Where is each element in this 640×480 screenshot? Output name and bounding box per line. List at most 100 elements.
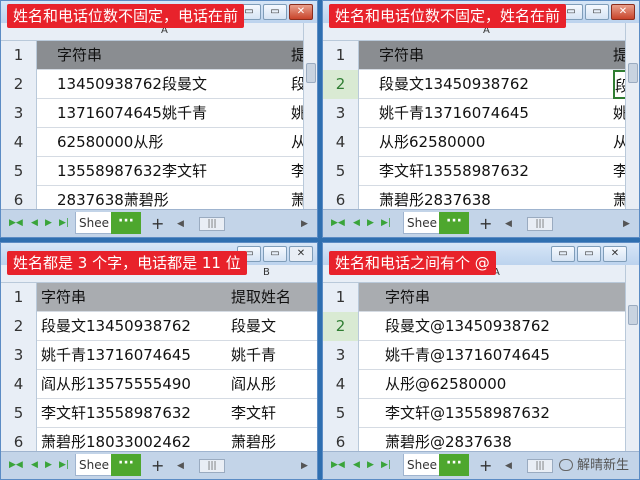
more-sheets-button[interactable]: ··· [439,212,469,234]
cell-a[interactable]: 字符串 [385,283,430,312]
sheet-tab[interactable]: Shee [403,212,441,234]
cell-a[interactable]: 字符串 [41,283,86,312]
cell-a[interactable]: 阎从彤13575555490 [41,370,191,399]
cell-b[interactable]: 姚千青 [231,341,276,370]
row-number[interactable]: 4 [1,128,37,157]
row-number[interactable]: 6 [1,186,37,211]
cell-a[interactable]: 萧碧彤18033002462 [41,428,191,453]
restore-button[interactable]: ▭ [585,4,609,20]
last-sheet-icon[interactable]: ▶| [381,218,391,228]
row-number[interactable]: 5 [1,157,37,186]
close-button[interactable]: ✕ [289,4,313,20]
restore-button[interactable]: ▭ [263,4,287,20]
scroll-right-icon[interactable]: ▶ [301,219,308,229]
row-number[interactable]: 3 [323,99,359,128]
row-number[interactable]: 2 [1,70,37,99]
cell-a[interactable]: 字符串 [379,41,424,70]
horizontal-scroll-thumb[interactable]: ||| [527,459,553,473]
cell-a[interactable]: 姚千青13716074645 [41,341,191,370]
cell-a[interactable]: 13450938762段曼文 [57,70,207,99]
sheet-tab[interactable]: Shee [75,454,113,476]
row-number[interactable]: 4 [323,128,359,157]
add-sheet-button[interactable]: + [151,214,164,233]
row-number[interactable]: 1 [1,41,37,70]
cell-b[interactable]: 提取姓名 [231,283,291,312]
cell-a[interactable]: 13716074645姚千青 [57,99,207,128]
cell-b[interactable]: 萧碧彤 [231,428,276,453]
cell-a[interactable]: 62580000从彤 [57,128,163,157]
cell-b[interactable]: 阎从彤 [231,370,276,399]
row-number[interactable]: 4 [323,370,359,399]
prev-sheet-icon[interactable]: ◀ [31,218,38,228]
cell-a[interactable]: 从彤62580000 [379,128,485,157]
last-sheet-icon[interactable]: ▶| [381,460,391,470]
scroll-thumb[interactable] [628,63,638,83]
row-number[interactable]: 1 [1,283,37,312]
scroll-left-icon[interactable]: ◀ [177,219,184,229]
row-number[interactable]: 6 [1,428,37,453]
scroll-right-icon[interactable]: ▶ [623,219,630,229]
cell-a[interactable]: 从彤@62580000 [385,370,506,399]
restore-button[interactable]: ▭ [263,246,287,262]
row-number[interactable]: 1 [323,283,359,312]
row-number[interactable]: 1 [323,41,359,70]
cell-b[interactable]: 李文轩 [231,399,276,428]
next-sheet-icon[interactable]: ▶ [367,460,374,470]
more-sheets-button[interactable]: ··· [111,454,141,476]
column-b-label[interactable]: B [263,267,270,278]
close-button[interactable]: ✕ [603,246,627,262]
vertical-scrollbar[interactable] [303,23,317,211]
cell-a[interactable]: 李文轩13558987632 [379,157,529,186]
cell-a[interactable]: 李文轩13558987632 [41,399,191,428]
minimize-button[interactable]: ▭ [551,246,575,262]
last-sheet-icon[interactable]: ▶| [59,218,69,228]
close-button[interactable]: ✕ [289,246,313,262]
first-sheet-icon[interactable]: ▶◀ [9,460,23,470]
cell-a[interactable]: 萧碧彤2837638 [379,186,491,211]
scroll-left-icon[interactable]: ◀ [177,461,184,471]
cell-a[interactable]: 段曼文13450938762 [41,312,191,341]
prev-sheet-icon[interactable]: ◀ [353,460,360,470]
horizontal-scroll-thumb[interactable]: ||| [199,217,225,231]
cell-a[interactable]: 李文轩@13558987632 [385,399,550,428]
row-number[interactable]: 3 [323,341,359,370]
horizontal-scroll-thumb[interactable]: ||| [527,217,553,231]
row-number[interactable]: 6 [323,186,359,211]
row-number[interactable]: 3 [1,99,37,128]
add-sheet-button[interactable]: + [479,214,492,233]
last-sheet-icon[interactable]: ▶| [59,460,69,470]
row-number[interactable]: 2 [1,312,37,341]
next-sheet-icon[interactable]: ▶ [45,218,52,228]
horizontal-scroll-thumb[interactable]: ||| [199,459,225,473]
cell-a[interactable]: 姚千青@13716074645 [385,341,550,370]
scroll-thumb[interactable] [628,305,638,325]
vertical-scrollbar[interactable] [625,23,639,211]
cell-a[interactable]: 段曼文13450938762 [379,70,529,99]
first-sheet-icon[interactable]: ▶◀ [331,460,345,470]
more-sheets-button[interactable]: ··· [439,454,469,476]
row-number[interactable]: 5 [323,157,359,186]
row-number[interactable]: 2 [323,70,359,99]
prev-sheet-icon[interactable]: ◀ [353,218,360,228]
cell-a[interactable]: 姚千青13716074645 [379,99,529,128]
cell-a[interactable]: 13558987632李文轩 [57,157,207,186]
row-number[interactable]: 3 [1,341,37,370]
vertical-scrollbar[interactable] [625,265,639,453]
cell-b[interactable]: 段曼文 [231,312,276,341]
more-sheets-button[interactable]: ··· [111,212,141,234]
row-number[interactable]: 5 [323,399,359,428]
row-number[interactable]: 4 [1,370,37,399]
sheet-tab[interactable]: Shee [75,212,113,234]
next-sheet-icon[interactable]: ▶ [45,460,52,470]
add-sheet-button[interactable]: + [151,456,164,475]
close-button[interactable]: ✕ [611,4,635,20]
cell-a[interactable]: 2837638萧碧彤 [57,186,169,211]
restore-button[interactable]: ▭ [577,246,601,262]
row-number[interactable]: 5 [1,399,37,428]
cell-a[interactable]: 字符串 [57,41,102,70]
cell-a[interactable]: 萧碧彤@2837638 [385,428,512,453]
cell-a[interactable]: 段曼文@13450938762 [385,312,550,341]
scroll-thumb[interactable] [306,63,316,83]
first-sheet-icon[interactable]: ▶◀ [9,218,23,228]
next-sheet-icon[interactable]: ▶ [367,218,374,228]
